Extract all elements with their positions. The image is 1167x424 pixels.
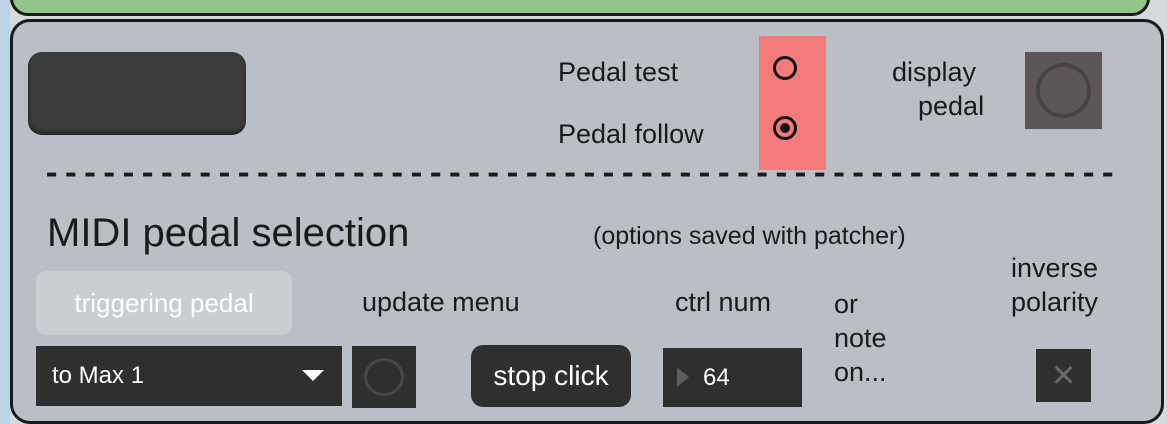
circle-button-icon	[364, 358, 404, 396]
x-icon: ×	[1051, 353, 1076, 397]
ctrl-num-value: 64	[703, 364, 730, 391]
or-note-on-label-line2: note	[834, 323, 887, 353]
or-note-on-label-line1: or	[834, 289, 859, 319]
display-pedal-label-line2: pedal	[918, 91, 985, 121]
inverse-label-line2: polarity	[1011, 287, 1099, 317]
pedal-follow-radio[interactable]	[773, 116, 797, 140]
options-saved-note: (options saved with patcher)	[593, 222, 906, 250]
top-panel-strip	[10, 0, 1150, 16]
midi-device-value: to Max 1	[52, 362, 145, 389]
display-pedal-label-line1: display	[892, 57, 977, 87]
inverse-label-line1: inverse	[1011, 253, 1099, 283]
stop-click-button[interactable]: stop click	[471, 345, 631, 407]
ctrl-num-box[interactable]: 64	[663, 348, 802, 407]
midi-device-dropdown[interactable]: to Max 1	[36, 346, 342, 406]
pedal-test-radio[interactable]	[773, 56, 797, 80]
display-pedal-toggle[interactable]	[1025, 52, 1102, 129]
inverse-polarity-toggle[interactable]: ×	[1036, 349, 1091, 402]
update-menu-label: update menu	[362, 287, 520, 317]
number-triangle-icon	[677, 367, 689, 387]
dark-button-block[interactable]	[28, 52, 246, 135]
window-edge	[0, 0, 10, 424]
dropdown-arrow-icon	[302, 370, 324, 381]
or-note-on-label-line3: on...	[834, 357, 887, 387]
pedal-test-label: Pedal test	[558, 57, 679, 87]
pedal-follow-label: Pedal follow	[558, 119, 704, 149]
ctrl-num-label: ctrl num	[675, 287, 772, 317]
pedal-mode-radio-group	[759, 36, 826, 170]
circle-indicator-icon	[1036, 63, 1091, 118]
update-menu-button[interactable]	[352, 346, 416, 408]
triggering-pedal-button[interactable]: triggering pedal	[36, 271, 292, 335]
dashed-separator: ----------------------------------------…	[42, 160, 1120, 190]
midi-section-title: MIDI pedal selection	[47, 211, 410, 255]
